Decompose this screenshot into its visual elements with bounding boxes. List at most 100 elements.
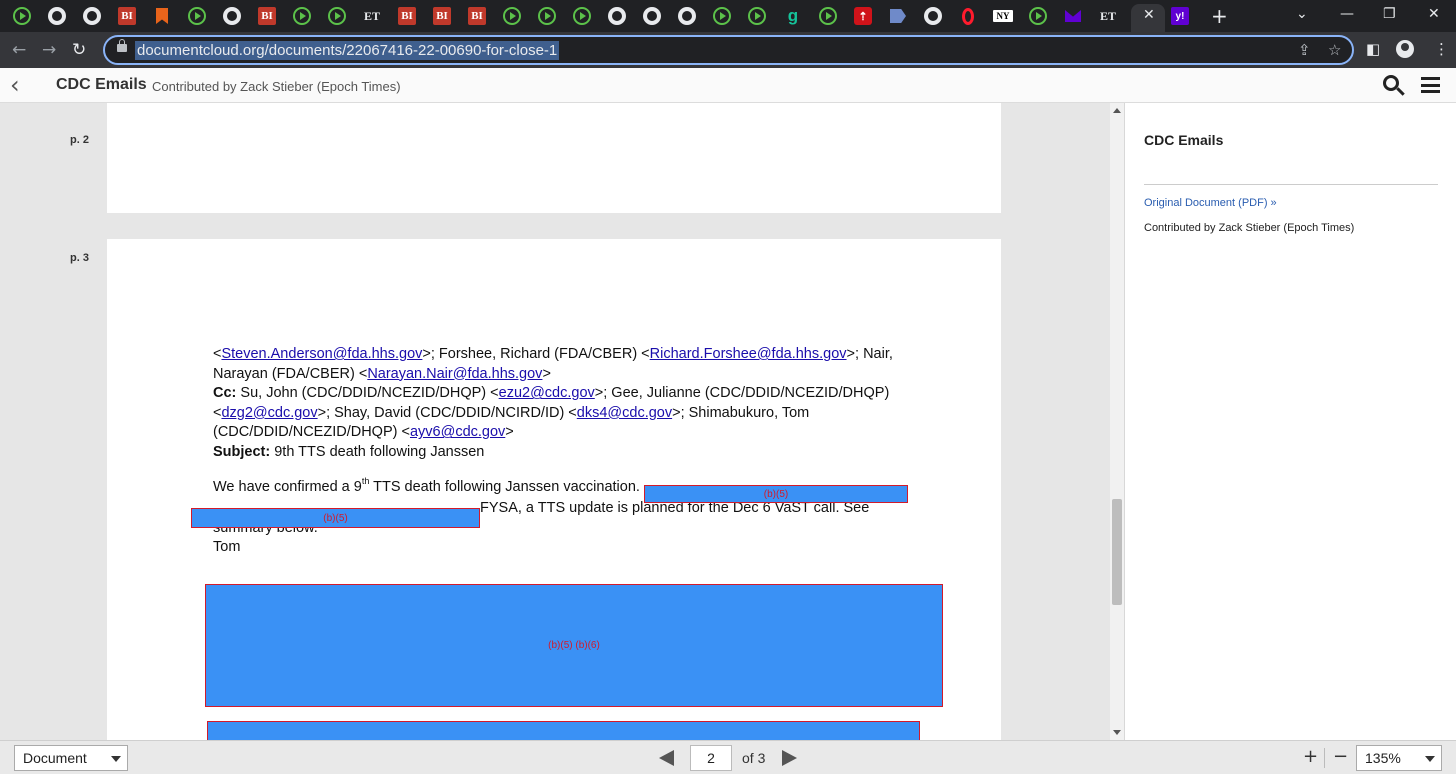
tab-search-icon[interactable]: ⌄ [1296,6,1308,22]
tab-32[interactable]: ET [1096,4,1120,28]
tab-34[interactable]: y! [1168,4,1192,28]
tab-24[interactable] [816,4,840,28]
upload-icon: ⇡ [854,7,872,25]
scroll-down-icon[interactable] [1113,730,1121,735]
to-line-1: <Steven.Anderson@fda.hhs.gov>; Forshee, … [213,346,893,362]
tab-3[interactable] [80,4,104,28]
grammarly-icon: g [787,6,799,25]
page-number-input[interactable]: 2 [690,745,732,771]
lock-icon [117,39,127,52]
ny-post-icon: NY [993,10,1013,22]
email-link[interactable]: Steven.Anderson@fda.hhs.gov [221,346,422,362]
original-document-link[interactable]: Original Document (PDF) » [1144,197,1277,209]
play-icon [1029,7,1047,25]
tab-12[interactable]: BI [395,4,419,28]
forward-arrow-icon[interactable]: → [42,40,56,60]
tab-11[interactable]: ET [360,4,384,28]
document-title: CDC Emails [56,76,147,93]
tab-19[interactable] [640,4,664,28]
tab-6[interactable] [185,4,209,28]
page-label-2: p. 2 [70,134,89,146]
address-bar[interactable]: documentcloud.org/documents/22067416-22-… [103,35,1354,65]
bookmark-star-icon[interactable]: ☆ [1328,41,1341,59]
email-link[interactable]: dzg2@cdc.gov [221,405,317,421]
previous-page-icon[interactable] [659,750,674,766]
tab-13[interactable]: BI [430,4,454,28]
globe-icon [223,7,241,25]
close-window-icon[interactable]: ✕ [1428,6,1440,22]
hamburger-menu-icon[interactable] [1421,77,1440,93]
tab-8[interactable]: BI [255,4,279,28]
play-icon [538,7,556,25]
sidebar-contributor: Contributed by Zack Stieber (Epoch Times… [1144,222,1355,234]
zoom-select[interactable]: 135% [1356,745,1442,771]
email-link[interactable]: ezu2@cdc.gov [499,385,595,401]
tab-7[interactable] [220,4,244,28]
url-text[interactable]: documentcloud.org/documents/22067416-22-… [135,41,560,60]
back-arrow-icon[interactable]: ← [12,40,26,60]
viewer-scrollbar[interactable] [1110,103,1124,740]
search-icon[interactable] [1383,75,1399,91]
subject-line: Subject: 9th TTS death following Janssen [213,443,485,460]
tab-20[interactable] [675,4,699,28]
scroll-up-icon[interactable] [1113,108,1121,113]
tab-1[interactable] [10,4,34,28]
tab-16[interactable] [535,4,559,28]
minimize-icon[interactable]: — [1340,6,1354,22]
redaction-box: (b)(5) [644,485,908,503]
tab-30[interactable] [1026,4,1050,28]
tab-26[interactable] [886,4,910,28]
tab-5[interactable] [150,4,174,28]
share-icon[interactable]: ⇪ [1298,41,1311,59]
close-tab-icon[interactable]: ✕ [1143,7,1155,23]
email-link[interactable]: dks4@cdc.gov [577,405,672,421]
email-link[interactable]: Narayan.Nair@fda.hhs.gov [367,366,542,382]
business-insider-icon: BI [398,7,416,25]
back-chevron-icon[interactable]: ‹ [10,71,20,99]
tab-21[interactable] [710,4,734,28]
email-link[interactable]: ayv6@cdc.gov [410,424,505,440]
tab-25[interactable]: ⇡ [851,4,875,28]
tab-28[interactable] [956,4,980,28]
play-icon [573,7,591,25]
tab-29[interactable]: NY [991,4,1015,28]
new-tab-icon[interactable]: + [1211,4,1228,28]
tab-15[interactable] [500,4,524,28]
tab-2[interactable] [45,4,69,28]
scroll-thumb[interactable] [1112,499,1122,605]
tab-4[interactable]: BI [115,4,139,28]
page-total: of 3 [742,750,766,766]
cc-line-2: <dzg2@cdc.gov>; Shay, David (CDC/DDID/NC… [213,404,810,421]
restore-icon[interactable]: ❐ [1383,6,1396,22]
body-line-4: Tom [213,539,241,556]
tab-22[interactable] [745,4,769,28]
document-viewer[interactable]: p. 2 p. 3 <Steven.Anderson@fda.hhs.gov>;… [0,103,1110,740]
tab-23[interactable]: g [781,4,805,28]
view-mode-select[interactable]: Document [14,745,128,771]
chrome-menu-icon[interactable]: ⋮ [1434,40,1449,58]
tab-31[interactable] [1061,4,1085,28]
arrow-icon [890,9,906,23]
redaction-box [207,721,920,740]
play-icon [503,7,521,25]
reload-icon[interactable]: ↻ [72,40,86,60]
tab-18[interactable] [605,4,629,28]
play-icon [293,7,311,25]
tab-10[interactable] [325,4,349,28]
tab-9[interactable] [290,4,314,28]
globe-icon [643,7,661,25]
tab-27[interactable] [921,4,945,28]
side-panel-icon[interactable]: ◧ [1366,40,1380,58]
email-link[interactable]: Richard.Forshee@fda.hhs.gov [650,346,847,362]
document-header: ‹ CDC Emails Contributed by Zack Stieber… [0,68,1456,103]
next-page-icon[interactable] [782,750,797,766]
profile-avatar-icon[interactable] [1396,40,1414,58]
document-sidebar: CDC Emails Original Document (PDF) » Con… [1124,103,1456,740]
zoom-out-icon[interactable]: − [1333,746,1348,767]
browser-toolbar: ← → ↻ documentcloud.org/documents/220674… [0,32,1456,68]
zoom-in-icon[interactable]: + [1303,746,1318,767]
yahoo-icon: y! [1171,7,1189,25]
tab-17[interactable] [570,4,594,28]
tab-14[interactable]: BI [465,4,489,28]
play-icon [188,7,206,25]
